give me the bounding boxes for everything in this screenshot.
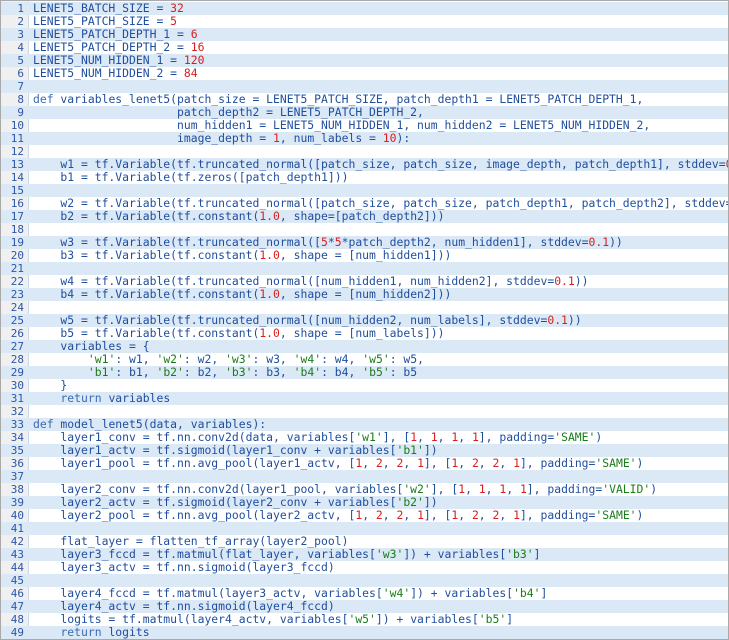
line-number: 36: [10, 457, 24, 470]
line-number: 26: [10, 327, 24, 340]
code-line[interactable]: 40 layer2_pool = tf.nn.avg_pool(layer2_a…: [1, 508, 728, 523]
line-number: 23: [10, 288, 24, 301]
line-number: 2: [17, 15, 24, 28]
code-line[interactable]: 29 'b1': b1, 'b2': b2, 'b3': b3, 'b4': b…: [1, 366, 728, 379]
code-text: 'b1': b1, 'b2': b2, 'b3': b3, 'b4': b4, …: [87, 365, 418, 379]
line-number: 1: [17, 2, 24, 15]
code-text: b3 = tf.Variable(tf.constant(1.0, shape …: [33, 248, 452, 262]
line-number: 49: [10, 626, 24, 639]
code-line[interactable]: 23 b4 = tf.Variable(tf.constant(1.0, sha…: [1, 288, 728, 301]
line-number: 11: [10, 132, 24, 145]
line-number: 41: [10, 522, 24, 535]
line-number: 47: [10, 600, 24, 613]
line-number: 3: [17, 28, 24, 41]
code-line[interactable]: 11 image_depth = 1, num_labels = 10):: [1, 132, 728, 145]
code-text: layer2_pool = tf.nn.avg_pool(layer2_actv…: [33, 508, 644, 522]
line-number: 31: [10, 392, 24, 405]
line-number: 25: [10, 314, 24, 327]
line-number: 44: [10, 561, 24, 574]
code-line[interactable]: 36 layer1_pool = tf.nn.avg_pool(layer1_a…: [1, 456, 728, 471]
line-number: 29: [10, 366, 24, 379]
line-number: 43: [10, 548, 24, 561]
code-area[interactable]: 1 LENET5_BATCH_SIZE = 32 2 LENET5_PATCH_SIZ…: [1, 2, 728, 639]
line-number: 45: [10, 574, 24, 587]
line-number: 4: [17, 41, 24, 54]
code-line[interactable]: 44 layer3_actv = tf.nn.sigmoid(layer3_fc…: [1, 560, 728, 575]
line-number: 20: [10, 249, 24, 262]
line-number: 32: [10, 405, 24, 418]
line-number: 37: [10, 470, 24, 483]
line-number: 5: [17, 54, 24, 67]
code-line[interactable]: 31 return variables: [1, 392, 728, 405]
line-number: 27: [10, 340, 24, 353]
line-number: 33: [10, 418, 24, 431]
code-text: return logits: [60, 625, 150, 639]
line-number: 38: [10, 483, 24, 496]
code-text: b2 = tf.Variable(tf.constant(1.0, shape=…: [33, 209, 445, 223]
code-line[interactable]: 49 return logits: [1, 626, 728, 639]
line-number: 10: [10, 119, 24, 132]
line-number: 9: [17, 106, 24, 119]
code-line[interactable]: 20 b3 = tf.Variable(tf.constant(1.0, sha…: [1, 248, 728, 263]
line-number: 13: [10, 158, 24, 171]
code-editor[interactable]: 1 LENET5_BATCH_SIZE = 32 2 LENET5_PATCH_SIZ…: [0, 0, 729, 640]
line-number: 16: [10, 197, 24, 210]
line-number: 40: [10, 509, 24, 522]
line-number: 24: [10, 301, 24, 314]
line-number: 48: [10, 613, 24, 626]
line-number: 15: [10, 184, 24, 197]
code-text: image_depth = 1, num_labels = 10):: [33, 131, 411, 145]
code-text: return variables: [60, 391, 171, 405]
code-text: LENET5_NUM_HIDDEN_2 = 84: [33, 66, 198, 80]
code-text: b1 = tf.Variable(tf.zeros([patch_depth1]…: [33, 170, 349, 184]
line-number: 28: [10, 353, 24, 366]
line-number: 30: [10, 379, 24, 392]
line-number: 42: [10, 535, 24, 548]
line-number: 46: [10, 587, 24, 600]
code-text: layer1_pool = tf.nn.avg_pool(layer1_actv…: [33, 456, 644, 470]
line-number: 6: [17, 67, 24, 80]
line-number: 22: [10, 275, 24, 288]
line-number: 14: [10, 171, 24, 184]
line-number: 12: [10, 145, 24, 158]
code-text: layer3_actv = tf.nn.sigmoid(layer3_fccd): [33, 560, 335, 574]
line-number: 19: [10, 236, 24, 249]
line-number: 18: [10, 223, 24, 236]
code-text: b4 = tf.Variable(tf.constant(1.0, shape …: [33, 287, 452, 301]
line-number: 8: [17, 93, 24, 106]
line-number: 35: [10, 444, 24, 457]
line-number: 21: [10, 262, 24, 275]
line-number: 7: [17, 80, 24, 93]
line-number: 34: [10, 431, 24, 444]
code-line[interactable]: 14 b1 = tf.Variable(tf.zeros([patch_dept…: [1, 170, 728, 185]
code-line[interactable]: 17 b2 = tf.Variable(tf.constant(1.0, sha…: [1, 210, 728, 223]
line-number: 17: [10, 210, 24, 223]
line-number: 39: [10, 496, 24, 509]
code-line[interactable]: 6 LENET5_NUM_HIDDEN_2 = 84: [1, 66, 728, 81]
